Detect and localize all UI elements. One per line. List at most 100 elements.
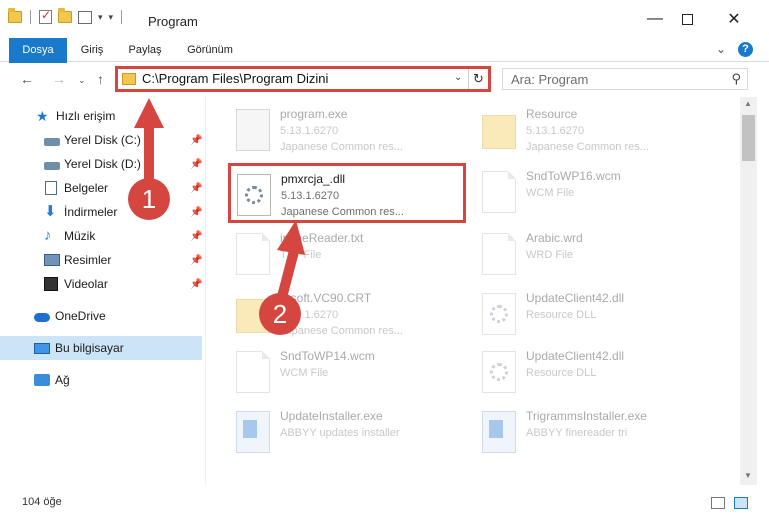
quick-access-toolbar: ▾ ▾ xyxy=(8,8,124,24)
file-item[interactable]: program.exe 5.13.1.6270 Japanese Common … xyxy=(230,101,460,159)
step-badge-2: 2 xyxy=(259,293,301,335)
file-type: Resource DLL xyxy=(526,309,597,321)
chevron-down-icon[interactable]: ▾ xyxy=(98,12,103,23)
cloud-icon xyxy=(34,313,50,322)
sidebar-item-label: Hızlı erişim xyxy=(56,109,116,123)
refresh-icon[interactable]: ↻ xyxy=(468,69,488,89)
close-button[interactable]: ✕ xyxy=(711,0,757,38)
navigation-bar: ← → ⌄ ↑ C:\Program Files\Program Dizini … xyxy=(0,63,769,97)
dll-gear-icon xyxy=(237,174,271,216)
sidebar-item-onedrive[interactable]: OneDrive xyxy=(0,304,202,328)
file-item[interactable]: Arabic.wrd WRD File xyxy=(476,225,706,283)
scroll-up-icon[interactable]: ▲ xyxy=(744,99,752,108)
folder-icon xyxy=(482,115,516,149)
sidebar-item-documents[interactable]: Belgeler 📌 xyxy=(0,176,202,200)
sidebar-item-this-pc[interactable]: Bu bilgisayar xyxy=(0,336,202,360)
sidebar-item-label: Ağ xyxy=(55,373,70,387)
tab-home[interactable]: Giriş xyxy=(70,38,114,62)
file-name: SndToWP16.wcm xyxy=(526,169,621,183)
dll-gear-icon xyxy=(482,293,516,335)
pin-icon[interactable]: 📌 xyxy=(190,207,202,218)
pictures-icon xyxy=(44,254,60,266)
file-item[interactable]: UpdateInstaller.exe ABBYY updates instal… xyxy=(230,403,460,461)
file-item[interactable]: TrigrammsInstaller.exe ABBYY finereader … xyxy=(476,403,706,461)
scroll-down-icon[interactable]: ▼ xyxy=(744,471,752,480)
file-version: 5.13.1.6270 xyxy=(526,125,585,137)
minimize-icon: — xyxy=(647,10,663,27)
file-name: UpdateClient42.dll xyxy=(526,349,625,363)
file-description: ABBYY updates installer xyxy=(280,427,400,439)
new-folder-icon[interactable] xyxy=(58,8,72,23)
sidebar-item-downloads[interactable]: ⬇ İndirmeler 📌 xyxy=(0,200,202,224)
file-item[interactable]: UpdateClient42.dll Resource DLL xyxy=(476,285,706,343)
up-arrow-icon[interactable]: ↑ xyxy=(97,71,104,87)
sidebar-item-music[interactable]: ♪ Müzik 📌 xyxy=(0,224,202,248)
properties-check-icon[interactable] xyxy=(39,8,52,24)
file-name: UpdateClient42.dll xyxy=(526,291,625,305)
tab-view[interactable]: Görünüm xyxy=(178,38,242,62)
chevron-down-icon[interactable]: ⌄ xyxy=(454,72,462,83)
status-bar: 104 öğe xyxy=(0,485,769,530)
maximize-button[interactable] xyxy=(664,0,710,38)
address-bar[interactable]: C:\Program Files\Program Dizini ⌄ ↻ xyxy=(115,66,491,92)
gear-icon xyxy=(245,186,263,204)
file-description: Japanese Common res... xyxy=(526,141,649,153)
sidebar-item-disk-c[interactable]: Yerel Disk (C:) 📌 xyxy=(0,128,202,152)
sidebar-item-network[interactable]: Ağ xyxy=(0,368,202,392)
quick-access-dropdown-icon[interactable]: ▾ xyxy=(109,12,114,23)
file-item[interactable]: SndToWP16.wcm WCM File xyxy=(476,163,706,221)
download-icon: ⬇ xyxy=(44,203,57,220)
step-badge-1: 1 xyxy=(128,178,170,220)
application-icon xyxy=(236,109,270,151)
recent-locations-icon[interactable]: ⌄ xyxy=(78,75,86,86)
tab-share[interactable]: Paylaş xyxy=(120,38,170,62)
back-arrow-icon[interactable]: ← xyxy=(20,71,34,87)
navigation-pane: ★ Hızlı erişim Yerel Disk (C:) 📌 Yerel D… xyxy=(0,97,205,485)
expand-ribbon-icon[interactable]: ⌄ xyxy=(716,42,726,56)
file-item[interactable]: Resource 5.13.1.6270 Japanese Common res… xyxy=(476,101,706,159)
sidebar-item-label: Müzik xyxy=(64,229,96,243)
sidebar-item-videos[interactable]: Videolar 📌 xyxy=(0,272,202,296)
file-item[interactable]: ipfineReader.txt TXT File xyxy=(230,225,460,283)
file-item[interactable]: UpdateClient42.dll Resource DLL xyxy=(476,343,706,401)
address-path[interactable]: C:\Program Files\Program Dizini xyxy=(142,71,328,86)
pin-icon[interactable]: 📌 xyxy=(190,135,202,146)
help-icon[interactable]: ? xyxy=(738,42,753,57)
installer-icon xyxy=(236,411,270,453)
file-item-highlighted[interactable]: pmxrcja_.dll 5.13.1.6270 Japanese Common… xyxy=(228,163,466,223)
pin-icon[interactable]: 📌 xyxy=(190,159,202,170)
search-icon[interactable]: ⚲ xyxy=(731,71,741,87)
file-description: Japanese Common res... xyxy=(281,206,404,218)
file-type: TXT File xyxy=(280,249,322,261)
file-type: WCM File xyxy=(280,367,329,379)
scrollbar-thumb[interactable] xyxy=(742,115,755,161)
pane-divider[interactable] xyxy=(205,97,206,485)
sidebar-item-disk-d[interactable]: Yerel Disk (D:) 📌 xyxy=(0,152,202,176)
file-name: ipfineReader.txt xyxy=(280,231,364,245)
file-version: 5.13.1.6270 xyxy=(281,190,340,202)
videos-icon xyxy=(44,277,58,291)
file-description: ABBYY finereader tri xyxy=(526,427,628,439)
sidebar-item-quick-access[interactable]: ★ Hızlı erişim xyxy=(0,104,202,128)
file-name: SndToWP14.wcm xyxy=(280,349,375,363)
pin-icon[interactable]: 📌 xyxy=(190,255,202,266)
vertical-scrollbar[interactable]: ▲ ▼ xyxy=(740,97,757,485)
search-box[interactable]: Ara: Program ⚲ xyxy=(502,68,748,90)
search-placeholder[interactable]: Ara: Program xyxy=(511,72,588,87)
customize-view-icon[interactable] xyxy=(78,10,92,24)
title-bar: ▾ ▾ Program — ✕ xyxy=(0,0,769,38)
file-name: Resource xyxy=(526,107,578,121)
pin-icon[interactable]: 📌 xyxy=(190,183,202,194)
sidebar-item-label: İndirmeler xyxy=(64,205,118,219)
file-item[interactable]: SndToWP14.wcm WCM File xyxy=(230,343,460,401)
details-view-icon[interactable] xyxy=(711,497,725,509)
pin-icon[interactable]: 📌 xyxy=(190,279,202,290)
forward-arrow-icon[interactable]: → xyxy=(52,71,66,87)
sidebar-item-pictures[interactable]: Resimler 📌 xyxy=(0,248,202,272)
pin-icon[interactable]: 📌 xyxy=(190,231,202,242)
file-name: TrigrammsInstaller.exe xyxy=(526,409,647,423)
sidebar-item-label: Yerel Disk (C:) xyxy=(64,133,141,147)
gear-icon xyxy=(490,363,508,381)
large-icons-view-icon[interactable] xyxy=(734,497,748,509)
folder-icon[interactable] xyxy=(8,8,22,23)
